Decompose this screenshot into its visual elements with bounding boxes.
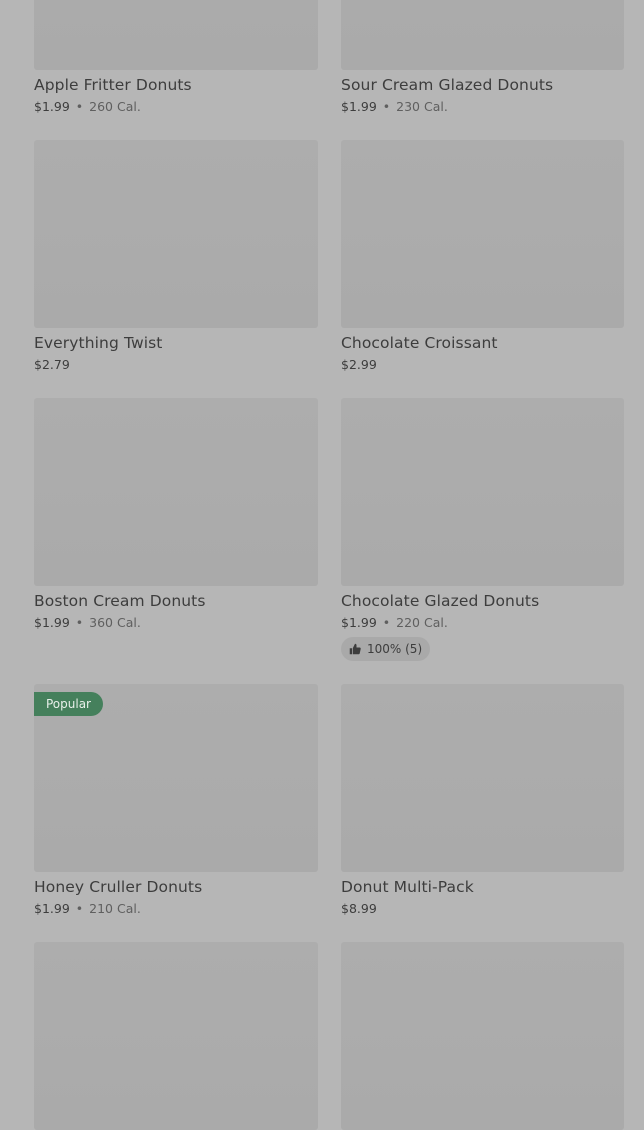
item-meta: $1.99 • 360 Cal.	[34, 615, 318, 631]
separator: •	[382, 99, 391, 114]
item-calories: 210 Cal.	[89, 901, 141, 916]
menu-item-donut-multi-pack[interactable]: Donut Multi-Pack $8.99	[341, 684, 624, 942]
item-meta: $2.99	[341, 357, 624, 373]
item-price: $8.99	[341, 901, 377, 916]
menu-item-chocolate-croissant[interactable]: Chocolate Croissant $2.99	[341, 140, 624, 398]
item-image[interactable]	[34, 0, 318, 70]
menu-item-honey-cruller-donuts[interactable]: Popular Honey Cruller Donuts $1.99 • 210…	[34, 684, 318, 942]
item-name: Apple Fritter Donuts	[34, 76, 192, 94]
item-calories: 360 Cal.	[89, 615, 141, 630]
menu-item-grid: Apple Fritter Donuts $1.99 • 260 Cal. So…	[34, 0, 624, 1130]
item-image[interactable]	[341, 942, 624, 1130]
item-name: Donut Multi-Pack	[341, 878, 474, 896]
menu-item-chocolate-glazed-donuts[interactable]: Chocolate Glazed Donuts $1.99 • 220 Cal.…	[341, 398, 624, 684]
item-name: Sour Cream Glazed Donuts	[341, 76, 554, 94]
separator: •	[382, 615, 391, 630]
item-image[interactable]	[34, 140, 318, 328]
separator: •	[75, 99, 84, 114]
item-name: Chocolate Glazed Donuts	[341, 592, 540, 610]
menu-item-everything-twist[interactable]: Everything Twist $2.79	[34, 140, 318, 398]
item-meta: $1.99 • 210 Cal.	[34, 901, 318, 917]
menu-item-boston-cream-donuts[interactable]: Boston Cream Donuts $1.99 • 360 Cal.	[34, 398, 318, 684]
separator: •	[75, 901, 84, 916]
menu-item-partial[interactable]	[34, 942, 318, 1130]
item-name: Honey Cruller Donuts	[34, 878, 203, 896]
item-price: $2.99	[341, 357, 377, 372]
rating-text: 100% (5)	[367, 642, 423, 656]
item-image[interactable]	[341, 398, 624, 586]
item-image[interactable]	[34, 942, 318, 1130]
popular-badge: Popular	[34, 692, 103, 716]
item-name: Everything Twist	[34, 334, 163, 352]
item-meta: $8.99	[341, 901, 624, 917]
item-name: Chocolate Croissant	[341, 334, 498, 352]
item-meta: $2.79	[34, 357, 318, 373]
thumbs-up-icon	[349, 643, 361, 655]
item-price: $1.99	[341, 615, 377, 630]
item-image[interactable]	[341, 684, 624, 872]
rating-badge: 100% (5)	[341, 637, 431, 661]
menu-item-apple-fritter-donuts[interactable]: Apple Fritter Donuts $1.99 • 260 Cal.	[34, 0, 318, 140]
item-price: $1.99	[34, 615, 70, 630]
item-calories: 230 Cal.	[396, 99, 448, 114]
item-image[interactable]	[34, 398, 318, 586]
item-image[interactable]	[341, 140, 624, 328]
separator: •	[75, 615, 84, 630]
item-image[interactable]	[341, 0, 624, 70]
item-price: $1.99	[34, 99, 70, 114]
item-price: $1.99	[34, 901, 70, 916]
item-meta: $1.99 • 230 Cal.	[341, 99, 624, 115]
item-meta: $1.99 • 260 Cal.	[34, 99, 318, 115]
menu-item-partial[interactable]	[341, 942, 624, 1130]
menu-item-sour-cream-glazed-donuts[interactable]: Sour Cream Glazed Donuts $1.99 • 230 Cal…	[341, 0, 624, 140]
item-price: $2.79	[34, 357, 70, 372]
item-price: $1.99	[341, 99, 377, 114]
item-calories: 260 Cal.	[89, 99, 141, 114]
item-calories: 220 Cal.	[396, 615, 448, 630]
item-image[interactable]: Popular	[34, 684, 318, 872]
item-name: Boston Cream Donuts	[34, 592, 206, 610]
item-meta: $1.99 • 220 Cal.	[341, 615, 624, 631]
